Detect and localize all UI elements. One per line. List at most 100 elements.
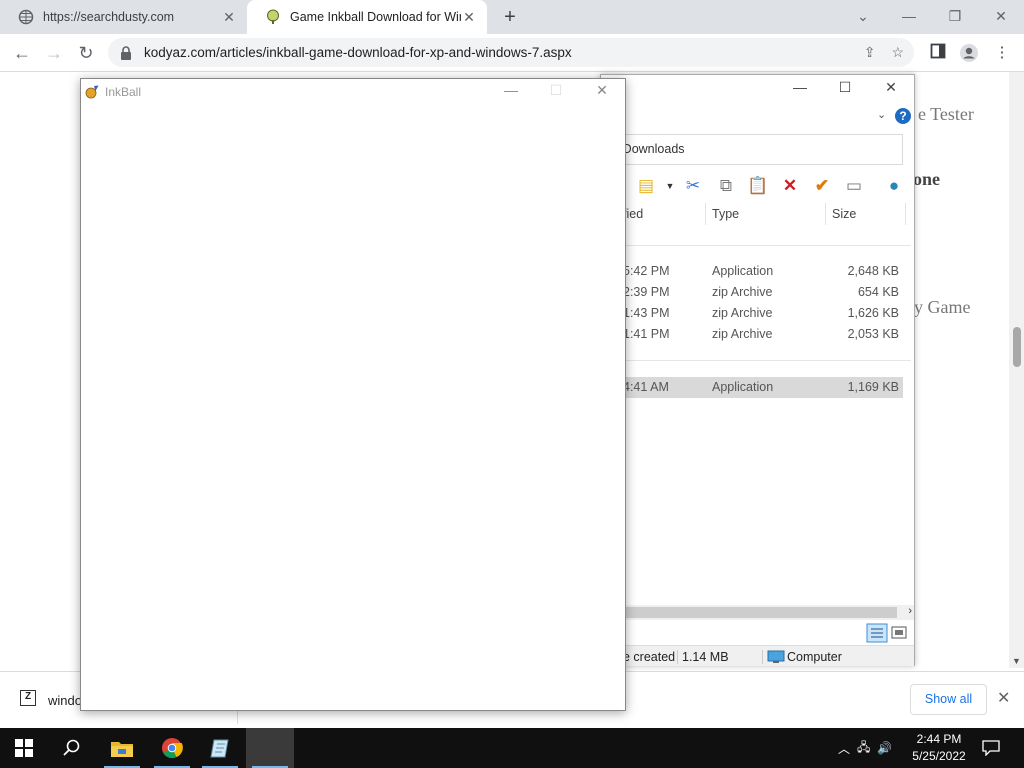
scroll-down-arrow-icon[interactable]: ▼ — [1012, 656, 1021, 666]
system-tray: ︿ 🖧 🔊 — [838, 728, 906, 768]
column-separator — [705, 203, 706, 225]
tab-close-icon[interactable]: ✕ — [461, 9, 477, 26]
tab-inkball[interactable]: Game Inkball Download for Windows ✕ — [247, 0, 487, 34]
file-row[interactable]: 1:43 PM zip Archive 1,626 KB — [601, 303, 903, 324]
address-url: kodyaz.com/articles/inkball-game-downloa… — [144, 45, 572, 60]
scrollbar-thumb[interactable] — [1013, 327, 1021, 367]
page-scrollbar[interactable]: ▼ — [1009, 72, 1024, 668]
delete-icon[interactable]: ✕ — [779, 175, 801, 197]
restore-button[interactable]: ❐ — [932, 0, 978, 32]
explorer-window: — ☐ ✕ ⌄ ? ch Downloads ▤ ▼ ✂ ⧉ 📋 ✕ ✔ ▭ ●… — [600, 74, 915, 666]
tab-searchdusty[interactable]: https://searchdusty.com ✕ — [0, 0, 247, 34]
globe-icon[interactable]: ● — [883, 175, 905, 197]
chrome-menu-icon[interactable]: ⋮ — [992, 43, 1012, 63]
column-header-size[interactable]: Size — [832, 207, 856, 221]
active-window-taskbar-button[interactable] — [246, 728, 294, 768]
network-icon[interactable]: 🖧 — [857, 738, 870, 759]
show-all-button[interactable]: Show all — [910, 684, 987, 715]
lock-icon — [121, 45, 131, 60]
explorer-horizontal-scrollbar[interactable]: › — [601, 605, 914, 620]
paste-icon[interactable]: 📋 — [747, 175, 769, 197]
group-divider — [601, 360, 911, 361]
dropdown-arrow-icon[interactable]: ▼ — [659, 175, 681, 197]
share-icon[interactable]: ⇪ — [864, 44, 876, 61]
inkball-game-area[interactable] — [81, 105, 625, 710]
tab-title: https://searchdusty.com — [43, 10, 175, 24]
close-window-button[interactable]: ✕ — [978, 0, 1024, 32]
file-row[interactable]: 1:41 PM zip Archive 2,053 KB — [601, 324, 903, 345]
file-size: 1,169 KB — [847, 380, 899, 394]
new-tab-button[interactable]: + — [498, 5, 522, 29]
rename-icon[interactable]: ▭ — [843, 175, 865, 197]
status-created: e created — [623, 650, 676, 664]
file-modified: 5:42 PM — [623, 264, 670, 278]
taskbar: ︿ 🖧 🔊 2:44 PM 5/25/2022 — [0, 728, 1024, 768]
page-text-fragment: e Tester — [918, 104, 974, 124]
tab-search-chevron-icon[interactable]: ⌄ — [840, 0, 886, 32]
inkball-taskbar-button[interactable] — [196, 728, 244, 768]
help-icon[interactable]: ? — [895, 108, 911, 124]
file-type: Application — [712, 380, 774, 394]
properties-check-icon[interactable]: ✔ — [811, 175, 833, 197]
back-button[interactable]: ← — [10, 41, 34, 65]
cut-icon[interactable]: ✂ — [682, 175, 704, 197]
minimize-button[interactable]: — — [886, 0, 932, 32]
ribbon-expand-chevron-icon[interactable]: ⌄ — [877, 108, 886, 121]
new-folder-icon[interactable]: ▤ — [635, 175, 657, 197]
scrollbar-thumb[interactable] — [601, 607, 897, 618]
status-size: 1.14 MB — [677, 650, 729, 664]
file-size: 2,053 KB — [847, 327, 899, 341]
address-bar[interactable]: kodyaz.com/articles/inkball-game-downloa… — [108, 38, 914, 67]
inkball-close-button[interactable]: ✕ — [579, 82, 625, 99]
file-size: 2,648 KB — [847, 264, 899, 278]
download-bar-close-icon[interactable]: ✕ — [997, 688, 1010, 708]
reload-button[interactable]: ↻ — [74, 41, 98, 65]
windows-logo-icon — [15, 739, 33, 757]
copy-icon[interactable]: ⧉ — [715, 175, 737, 197]
download-file-name[interactable]: windo — [48, 693, 82, 708]
clock-date: 5/25/2022 — [912, 749, 966, 763]
inkball-minimize-button[interactable]: — — [488, 82, 534, 98]
file-row[interactable]: 5:42 PM Application 2,648 KB — [601, 261, 903, 282]
browser-toolbar: ← → ↻ kodyaz.com/articles/inkball-game-d… — [0, 34, 1024, 72]
side-panel-icon[interactable] — [928, 43, 948, 63]
file-type: zip Archive — [712, 327, 773, 341]
explorer-maximize-button[interactable]: ☐ — [822, 79, 868, 96]
inkball-maximize-button[interactable]: ☐ — [533, 82, 579, 99]
column-separator — [905, 203, 906, 225]
bookmark-star-icon[interactable]: ☆ — [891, 44, 904, 61]
chrome-icon — [162, 738, 183, 759]
column-header-type[interactable]: Type — [712, 207, 739, 221]
inkball-title: InkBall — [105, 85, 142, 99]
tab-title: Game Inkball Download for Windows — [290, 10, 461, 24]
notification-icon[interactable] — [982, 728, 1002, 768]
show-hidden-icons-chevron-icon[interactable]: ︿ — [838, 740, 850, 757]
explorer-close-button[interactable]: ✕ — [868, 79, 914, 96]
tab-close-icon[interactable]: ✕ — [221, 9, 237, 26]
file-type: zip Archive — [712, 306, 773, 320]
inkball-title-bar[interactable]: InkBall — ☐ ✕ — [81, 79, 625, 105]
file-explorer-taskbar-button[interactable] — [98, 728, 146, 768]
view-buttons — [866, 623, 911, 643]
clock-time: 2:44 PM — [916, 732, 962, 746]
profile-avatar-icon[interactable] — [959, 43, 979, 63]
search-button[interactable] — [48, 728, 96, 768]
column-header-modified[interactable]: fied — [623, 207, 643, 221]
group-divider — [601, 245, 911, 246]
forward-button[interactable]: → — [42, 41, 66, 65]
start-button[interactable] — [0, 728, 48, 768]
file-row[interactable]: 2:39 PM zip Archive 654 KB — [601, 282, 903, 303]
globe-icon — [18, 9, 34, 25]
file-row-selected[interactable]: 4:41 AM Application 1,169 KB — [601, 377, 903, 398]
scroll-right-arrow-icon[interactable]: › — [908, 605, 912, 617]
chrome-taskbar-button[interactable] — [148, 728, 196, 768]
explorer-minimize-button[interactable]: — — [777, 79, 823, 95]
file-type: Application — [712, 264, 774, 278]
volume-icon[interactable]: 🔊 — [877, 741, 892, 755]
page-text-fragment: y Game — [914, 297, 971, 317]
taskbar-clock[interactable]: 2:44 PM 5/25/2022 — [906, 731, 972, 765]
large-icons-view-icon — [891, 626, 907, 639]
inkball-icon — [267, 9, 279, 24]
explorer-status-bar: e created 1.14 MB Computer — [601, 645, 914, 666]
search-downloads-input[interactable]: ch Downloads — [601, 134, 903, 165]
